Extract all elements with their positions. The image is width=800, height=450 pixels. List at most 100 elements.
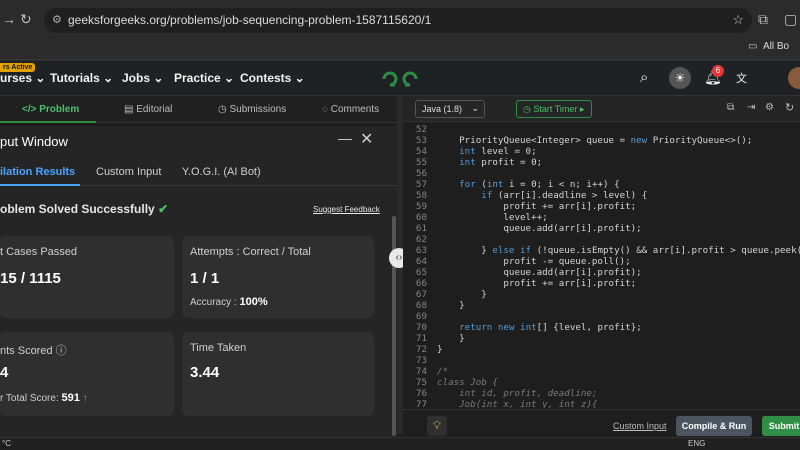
copy-icon[interactable]: ⧉	[727, 102, 734, 113]
points-value: 4	[0, 364, 9, 381]
code-line: profit -= queue.poll();	[437, 256, 631, 267]
line-number: 64	[415, 256, 427, 267]
tab-submissions[interactable]: ◷ Submissions	[218, 104, 286, 115]
attempts-value: 1 / 1	[190, 270, 220, 287]
play-icon: ▸	[579, 104, 585, 114]
attempts-title: Attempts : Correct / Total	[190, 246, 311, 258]
language-select[interactable]: Java (1.8) ⌄	[415, 100, 485, 118]
avatar[interactable]	[788, 67, 800, 89]
code-area[interactable]: 52 53 PriorityQueue<Integer> queue = new …	[403, 122, 800, 408]
split-view-icon[interactable]: ▢	[784, 11, 797, 28]
browser-chrome: → ↻ ⚙ geeksforgeeks.org/problems/job-seq…	[0, 0, 800, 62]
settings-icon[interactable]: ⚙	[765, 102, 774, 113]
time-taken-value: 3.44	[190, 364, 220, 381]
code-line: int profit = 0;	[459, 157, 543, 168]
code-line: } else if (!queue.isEmpty() && arr[i].pr…	[437, 245, 800, 256]
tab-custom-input[interactable]: Custom Input	[96, 166, 161, 178]
address-bar[interactable]: ⚙ geeksforgeeks.org/problems/job-sequenc…	[44, 8, 752, 33]
code-line: for (int i = 0; i < n; i++) {	[459, 179, 620, 190]
code-line: }	[437, 333, 465, 344]
line-number: 54	[415, 146, 427, 157]
line-number: 69	[415, 311, 427, 322]
nav-contests[interactable]: Contests ⌄	[240, 71, 305, 85]
test-cases-value: 15 / 1115	[0, 270, 61, 287]
lightbulb-icon[interactable]: 💡︎	[427, 416, 447, 436]
code-line: /*	[437, 366, 449, 377]
language-indicator[interactable]: ENG	[688, 439, 705, 448]
line-number: 72	[415, 344, 427, 355]
time-taken-title: Time Taken	[190, 342, 247, 354]
compile-run-button[interactable]: Compile & Run	[676, 416, 752, 436]
code-line: int level = 0;	[459, 146, 537, 157]
code-line: }	[437, 289, 487, 300]
code-line: return new int[] {level, profit};	[459, 322, 642, 333]
line-number: 66	[415, 278, 427, 289]
weather-text: °C	[2, 439, 11, 448]
timer-icon: ◷	[523, 104, 531, 114]
time-taken-card: Time Taken 3.44	[182, 332, 374, 416]
nav-tutorials[interactable]: Tutorials ⌄	[50, 71, 113, 85]
reload-icon[interactable]: ↻	[20, 11, 32, 28]
output-window-title: put Window	[0, 134, 68, 149]
suggest-feedback-link[interactable]: Suggest Feedback	[313, 205, 380, 214]
info-icon[interactable]: ⓘ	[56, 345, 67, 357]
nav-practice[interactable]: Practice ⌄	[174, 71, 234, 85]
editor-footer: 💡︎ Custom Input Compile & Run Submit	[403, 409, 800, 437]
tab-comments[interactable]: ◌ Comments	[322, 104, 379, 115]
search-icon[interactable]: ⌕	[640, 69, 648, 86]
bookmark-star-icon[interactable]: ☆	[732, 12, 744, 28]
tab-compilation-results[interactable]: ilation Results	[0, 166, 75, 178]
status-message: oblem Solved Successfully ✔	[0, 202, 169, 216]
nav-jobs[interactable]: Jobs ⌄	[122, 71, 163, 85]
line-number: 67	[415, 289, 427, 300]
code-line: Job(int x, int y, int z){	[437, 399, 598, 408]
line-number: 58	[415, 190, 427, 201]
code-line: queue.add(arr[i].profit);	[437, 223, 642, 234]
export-icon[interactable]: ⇥	[747, 102, 755, 113]
left-panel: </> Problem ▤ Editorial ◷ Submissions ◌ …	[0, 96, 397, 450]
line-number: 74	[415, 366, 427, 377]
nav-courses[interactable]: urses ⌄	[0, 71, 45, 85]
folder-icon[interactable]: ▭	[748, 41, 757, 52]
accuracy: Accuracy : 100%	[190, 296, 268, 308]
code-line: }	[437, 344, 443, 355]
custom-input-link[interactable]: Custom Input	[613, 421, 667, 431]
tab-problem[interactable]: </> Problem	[22, 104, 79, 115]
chevron-down-icon: ⌄	[471, 103, 479, 113]
tab-editorial[interactable]: ▤ Editorial	[124, 104, 172, 115]
code-line: profit += arr[i].profit;	[437, 201, 637, 212]
line-number: 73	[415, 355, 427, 366]
line-number: 63	[415, 245, 427, 256]
code-line: level++;	[437, 212, 548, 223]
output-window: put Window — ✕ ilation Results Custom In…	[0, 126, 397, 450]
site-navbar: rs Active urses ⌄ Tutorials ⌄ Jobs ⌄ Pra…	[0, 61, 800, 96]
extensions-icon[interactable]: ⧉	[758, 11, 768, 28]
code-editor-panel: Java (1.8) ⌄ ◷ Start Timer ▸ ⧉ ⇥ ⚙ ↻ 52 53…	[403, 96, 800, 434]
test-cases-title: t Cases Passed	[0, 246, 78, 258]
tab-yogi-bot[interactable]: Y.O.G.I. (AI Bot)	[182, 166, 261, 178]
output-tab-indicator	[0, 184, 80, 186]
line-number: 77	[415, 399, 427, 408]
points-card: nts Scored ⓘ 4 r Total Score: 591 ↑	[0, 332, 174, 416]
reset-icon[interactable]: ↻	[785, 101, 794, 114]
submit-button[interactable]: Submit	[762, 416, 800, 436]
start-timer-button[interactable]: ◷ Start Timer ▸	[516, 100, 592, 118]
site-info-icon[interactable]: ⚙	[52, 13, 62, 26]
all-bookmarks-link[interactable]: All Bo	[763, 41, 789, 52]
translate-icon[interactable]: 文	[736, 70, 747, 86]
code-line: int id, profit, deadline;	[437, 388, 598, 399]
editor-toolbar: Java (1.8) ⌄ ◷ Start Timer ▸ ⧉ ⇥ ⚙ ↻	[403, 96, 800, 122]
minimize-icon[interactable]: —	[338, 130, 352, 146]
line-number: 61	[415, 223, 427, 234]
line-number: 60	[415, 212, 427, 223]
theme-toggle-icon[interactable]: ☀	[669, 67, 691, 89]
output-tabs: ilation Results Custom Input Y.O.G.I. (A…	[0, 156, 397, 186]
gfg-logo-icon[interactable]	[380, 69, 420, 89]
close-icon[interactable]: ✕	[360, 129, 373, 149]
points-title: nts Scored ⓘ	[0, 345, 67, 357]
code-line: PriorityQueue<Integer> queue = new Prior…	[437, 135, 753, 146]
notification-count: 6	[712, 65, 724, 77]
line-number: 56	[415, 168, 427, 179]
line-number: 71	[415, 333, 427, 344]
forward-icon[interactable]: →	[2, 11, 16, 27]
